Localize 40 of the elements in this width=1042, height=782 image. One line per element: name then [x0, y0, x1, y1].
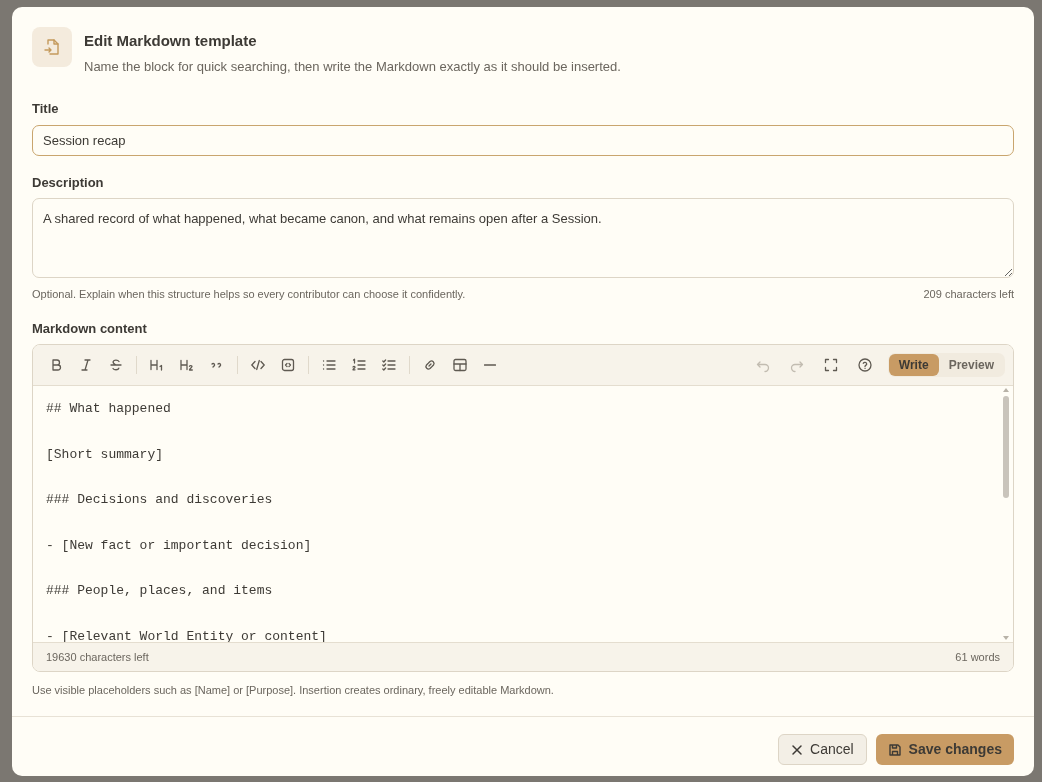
close-icon [791, 743, 803, 756]
link-icon [422, 357, 438, 373]
file-import-icon [32, 27, 72, 67]
horizontal-rule-icon [484, 364, 496, 366]
field-label: Title [32, 101, 60, 117]
scrollbar[interactable] [1002, 388, 1010, 640]
help-text: Use visible placeholders such as [Name] or [Purpose]. Insertion creates ordinary, freely editable Markdown. [32, 683, 555, 697]
heading-two-icon [179, 357, 195, 373]
scroll-down-arrow-icon[interactable] [1003, 636, 1009, 640]
checklist-icon [381, 357, 397, 373]
help-text: Optional. Explain when this structure helps so every contributor can choose it confidently. [32, 287, 466, 301]
editor-line: ## What happened [46, 401, 171, 416]
scroll-up-arrow-icon[interactable] [1003, 388, 1009, 392]
numbered-list-icon [351, 357, 367, 373]
save-button[interactable]: Save changes [875, 734, 1014, 765]
field-label: Markdown content [32, 321, 148, 337]
dialog-subtitle: Name the block for quick searching, then write the Markdown exactly as it should be inserted. [84, 57, 621, 76]
dialog-title: Edit Markdown template [84, 31, 258, 51]
editor-line: [Short summary] [46, 446, 164, 462]
code-icon [250, 357, 266, 373]
code-block-icon [280, 357, 296, 373]
description-input[interactable]: A shared record of what happened, what became canon, and what remains open after a Session. [32, 198, 1014, 278]
title-input[interactable]: Session recap [32, 125, 1014, 156]
field-label: Description [32, 175, 105, 191]
cancel-button[interactable]: Cancel [778, 734, 867, 765]
editor-line: ### Decisions and discoveries [46, 492, 273, 507]
fullscreen-icon [822, 357, 839, 373]
bullet-list-icon [321, 357, 337, 373]
character-counter: 209 characters left [923, 287, 1014, 301]
word-counter: 61 words [955, 649, 1000, 665]
editor-line: - [Relevant World Entity or content] [46, 628, 327, 642]
editor-line: ### People, places, and items [46, 583, 273, 598]
character-counter: 19630 characters left [46, 649, 149, 665]
mode-tab[interactable]: Write [888, 354, 939, 376]
help-icon [856, 357, 873, 373]
editor-line: - [New fact or important decision] [46, 537, 312, 553]
strikethrough-icon [108, 357, 124, 373]
heading-one-icon [149, 357, 165, 373]
table-icon [452, 357, 468, 373]
mode-tab[interactable]: Preview [938, 354, 1004, 376]
